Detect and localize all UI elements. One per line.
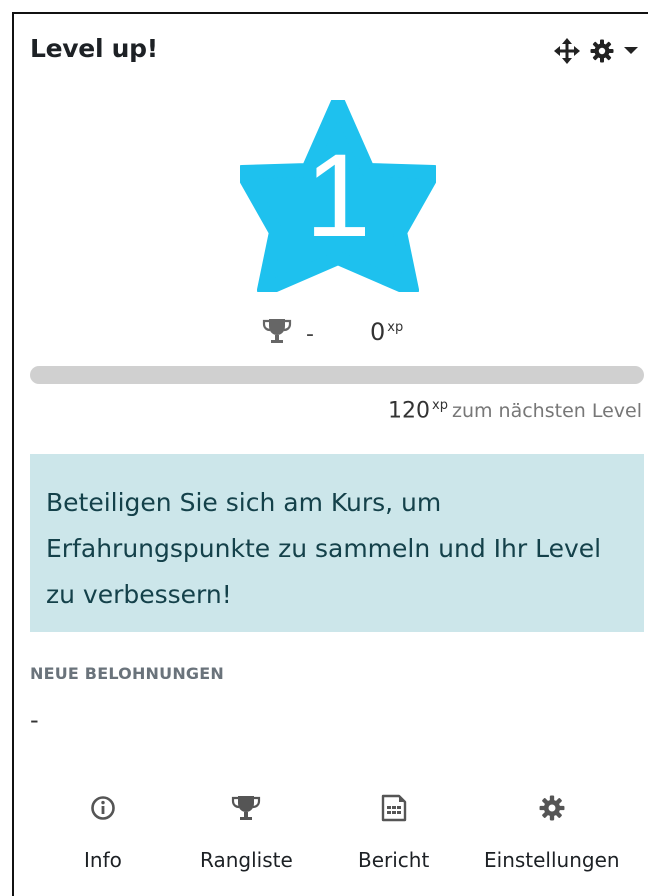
block-title: Level up! <box>30 34 158 63</box>
trophy-icon <box>262 316 292 352</box>
next-xp-unit: xp <box>432 398 448 413</box>
gear-icon[interactable] <box>590 39 614 63</box>
gear-icon <box>539 788 565 828</box>
current-xp-value: 0 <box>370 318 386 346</box>
move-icon[interactable] <box>554 38 580 64</box>
level-number: 1 <box>305 130 371 262</box>
nav-report-label: Bericht <box>358 848 430 872</box>
nav-leaderboard-label: Rangliste <box>200 848 293 872</box>
block-header: Level up! <box>14 14 648 78</box>
block-controls <box>554 38 638 64</box>
rewards-value: - <box>30 706 39 734</box>
nav-settings[interactable]: Einstellungen <box>484 788 620 872</box>
nav-report[interactable]: Bericht <box>358 788 429 872</box>
block-navigation: Info Rangliste Bericht Einstellungen <box>14 788 648 888</box>
current-xp-unit: xp <box>387 320 404 335</box>
nav-info[interactable]: Info <box>84 788 122 872</box>
rank-display: - <box>262 316 314 352</box>
next-level-label: zum nächsten Level <box>451 400 642 423</box>
rewards-heading: NEUE BELOHNUNGEN <box>30 664 224 683</box>
nav-settings-label: Einstellungen <box>484 848 620 872</box>
level-up-block: Level up! 1 - 0 xp 120 xp zum nächsten L… <box>12 12 648 896</box>
xp-to-next-level: 120 xp zum nächsten Level <box>388 398 642 423</box>
nav-info-label: Info <box>84 848 122 872</box>
level-badge: 1 <box>240 100 436 292</box>
info-icon <box>90 788 116 828</box>
report-icon <box>381 788 407 828</box>
current-xp: 0 xp <box>370 318 403 346</box>
rank-value: - <box>306 321 314 347</box>
next-xp-value: 120 <box>388 398 431 424</box>
xp-progress-bar <box>30 366 644 384</box>
caret-down-icon[interactable] <box>624 46 638 56</box>
trophy-icon <box>231 788 261 828</box>
info-notice: Beteiligen Sie sich am Kurs, um Erfahrun… <box>30 454 644 632</box>
nav-leaderboard[interactable]: Rangliste <box>200 788 293 872</box>
